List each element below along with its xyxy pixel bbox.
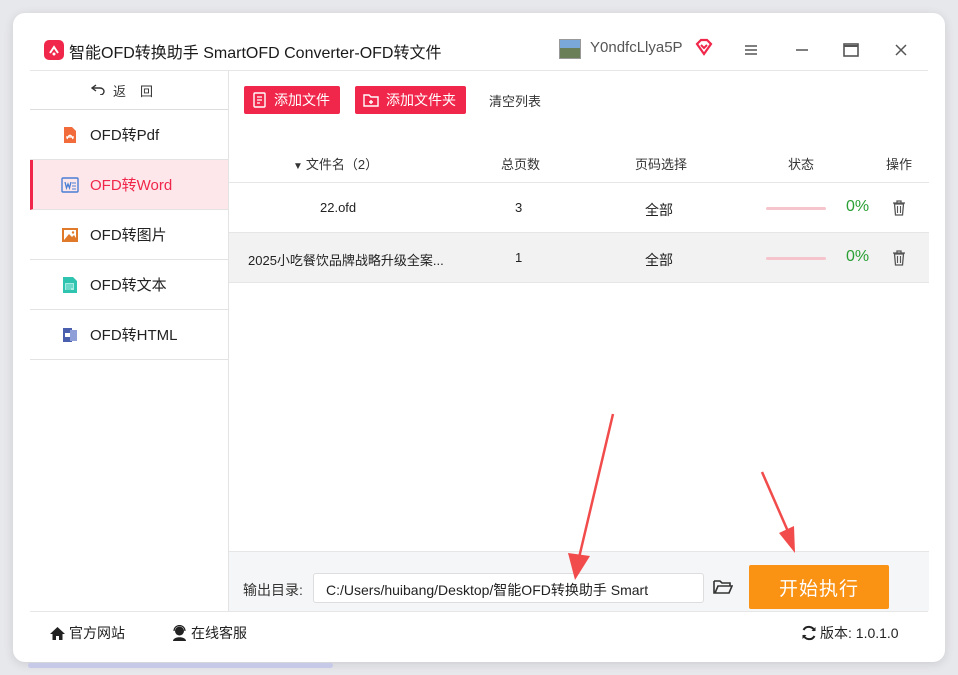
annotation-arrow-output xyxy=(568,413,795,580)
